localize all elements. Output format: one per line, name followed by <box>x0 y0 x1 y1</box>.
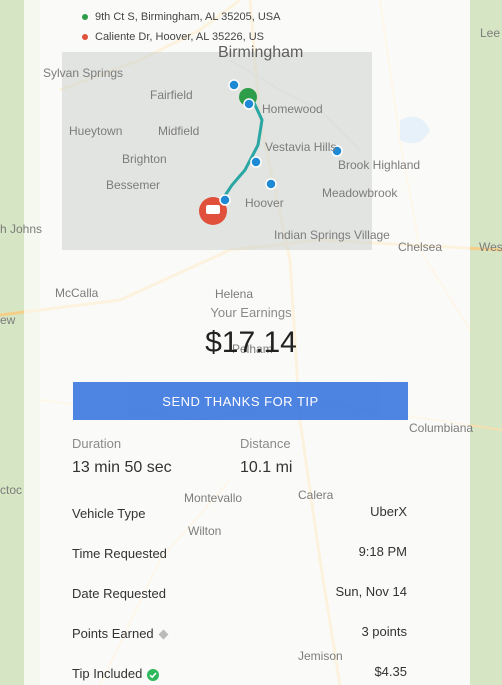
route-line <box>220 93 264 201</box>
route-stop <box>243 98 255 110</box>
map-label: Fairfield <box>150 88 193 102</box>
map-label: Indian Springs Village <box>274 228 390 242</box>
send-thanks-for-tip-button[interactable]: SEND THANKS FOR TIP <box>73 382 408 420</box>
date-requested-value: Sun, Nov 14 <box>335 584 407 599</box>
map-label: Bessemer <box>106 178 161 192</box>
map-label: Calera <box>298 488 334 502</box>
map-label: Midfield <box>158 124 200 138</box>
earnings-label: Your Earnings <box>210 305 292 320</box>
route-stop <box>228 79 240 91</box>
map-label: Helena <box>215 287 254 301</box>
map-label: ctoc <box>0 483 23 497</box>
map-label: Birmingham <box>218 44 304 61</box>
route-stop <box>219 194 231 206</box>
vehicle-type-label: Vehicle Type <box>72 506 146 521</box>
map-label: Wilton <box>188 524 222 538</box>
map-label: Wes <box>479 240 502 254</box>
check-circle-icon <box>147 668 160 681</box>
duration-value: 13 min 50 sec <box>72 459 172 476</box>
map-label: Brighton <box>122 152 167 166</box>
map-label: Meadowbrook <box>322 186 398 200</box>
map-label: McCalla <box>55 286 99 300</box>
map-label: Hueytown <box>69 124 123 138</box>
distance-value: 10.1 mi <box>240 459 293 476</box>
points-earned-label-wrap: Points Earned <box>72 626 169 641</box>
map-label: Sylvan Springs <box>43 66 124 80</box>
tip-included-label: Tip Included <box>72 666 143 681</box>
map-label: h Johns <box>0 222 43 236</box>
route-stop <box>250 156 262 168</box>
map-label: Montevallo <box>184 491 243 505</box>
time-requested-value: 9:18 PM <box>358 544 407 559</box>
earnings-amount: $17.14 <box>205 326 297 359</box>
map-label: Brook Highland <box>338 158 421 172</box>
diamond-icon <box>158 629 169 640</box>
route-stop <box>265 178 277 190</box>
date-requested-label: Date Requested <box>72 586 166 601</box>
map-label: Homewood <box>262 102 323 116</box>
points-earned-label: Points Earned <box>72 626 154 641</box>
duration-label: Duration <box>72 436 122 451</box>
time-requested-label: Time Requested <box>72 546 167 561</box>
map-label: Vestavia Hills <box>265 140 337 154</box>
map-label: Hoover <box>245 196 284 210</box>
distance-label: Distance <box>240 436 291 451</box>
points-earned-value: 3 points <box>361 624 407 639</box>
tip-included-label-wrap: Tip Included <box>72 666 160 681</box>
map-label: Jemison <box>298 649 343 663</box>
car-icon <box>206 205 220 214</box>
tip-included-value: $4.35 <box>374 664 407 679</box>
map-label: Columbiana <box>409 421 474 435</box>
map-label: Chelsea <box>398 240 443 254</box>
map-label: Lee <box>480 26 501 40</box>
vehicle-type-value: UberX <box>370 504 407 519</box>
